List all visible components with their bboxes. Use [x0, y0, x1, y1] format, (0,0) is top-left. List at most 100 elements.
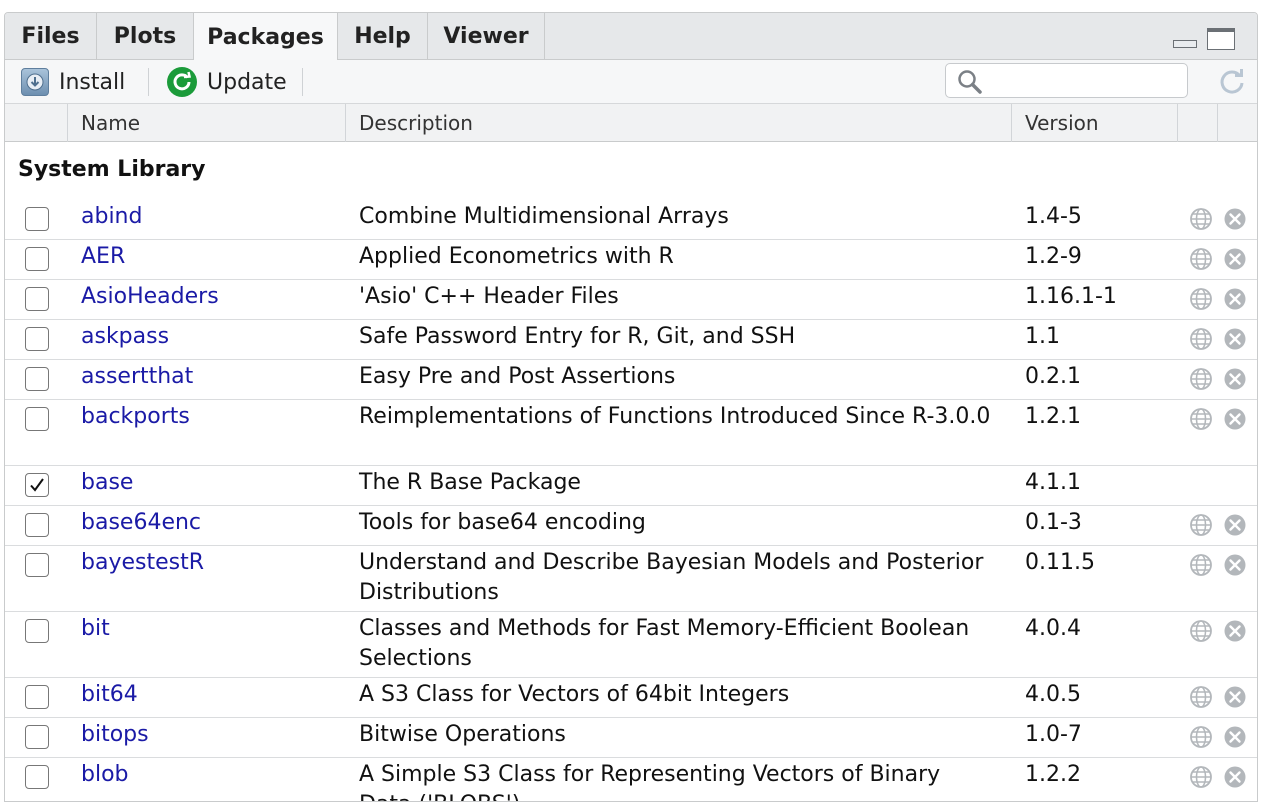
package-version: 1.2.2: [1025, 762, 1081, 787]
package-remove-button[interactable]: [1223, 287, 1247, 311]
package-name-link[interactable]: backports: [81, 402, 190, 432]
package-website-button[interactable]: [1189, 287, 1213, 311]
package-remove-button[interactable]: [1223, 407, 1247, 431]
package-name-link[interactable]: bayestestR: [81, 548, 204, 578]
package-loaded-checkbox[interactable]: [25, 553, 49, 577]
install-label: Install: [59, 69, 126, 95]
globe-icon: [1190, 208, 1212, 230]
globe-icon: [1190, 766, 1212, 788]
package-version: 0.2.1: [1025, 364, 1081, 389]
tab-packages[interactable]: Packages: [194, 13, 338, 61]
tab-viewer[interactable]: Viewer: [428, 13, 545, 60]
package-version: 4.0.5: [1025, 682, 1081, 707]
package-loaded-checkbox[interactable]: [25, 327, 49, 351]
refresh-button[interactable]: [1215, 65, 1249, 99]
package-loaded-checkbox[interactable]: [25, 367, 49, 391]
package-loaded-checkbox[interactable]: [25, 473, 49, 497]
package-version: 0.11.5: [1025, 550, 1095, 575]
package-name-link[interactable]: base: [81, 468, 133, 498]
package-row: blob A Simple S3 Class for Representing V…: [5, 758, 1257, 801]
column-header-name[interactable]: Name: [81, 104, 140, 142]
package-name-link[interactable]: base64enc: [81, 508, 201, 538]
package-name-link[interactable]: bitops: [81, 720, 149, 750]
globe-icon: [1190, 368, 1212, 390]
minimize-pane-button[interactable]: [1173, 40, 1197, 48]
package-loaded-checkbox[interactable]: [25, 725, 49, 749]
package-name-link[interactable]: askpass: [81, 322, 169, 352]
package-website-button[interactable]: [1189, 327, 1213, 351]
package-description: A S3 Class for Vectors of 64bit Integers: [359, 682, 790, 707]
packages-table-header: Name Description Version: [5, 104, 1257, 142]
package-description: Classes and Methods for Fast Memory-Effi…: [359, 616, 970, 671]
package-remove-button[interactable]: [1223, 685, 1247, 709]
package-version: 1.0-7: [1025, 722, 1082, 747]
package-loaded-checkbox[interactable]: [25, 513, 49, 537]
package-description: 'Asio' C++ Header Files: [359, 284, 619, 309]
update-button[interactable]: Update: [167, 60, 287, 104]
package-loaded-checkbox[interactable]: [25, 685, 49, 709]
package-description: Safe Password Entry for R, Git, and SSH: [359, 324, 796, 349]
package-version: 1.2-9: [1025, 244, 1082, 269]
package-name-link[interactable]: assertthat: [81, 362, 193, 392]
maximize-pane-button[interactable]: [1207, 28, 1235, 50]
tab-files[interactable]: Files: [5, 13, 97, 60]
package-loaded-checkbox[interactable]: [25, 407, 49, 431]
search-input[interactable]: [990, 64, 1184, 99]
package-remove-button[interactable]: [1223, 553, 1247, 577]
package-website-button[interactable]: [1189, 619, 1213, 643]
package-remove-button[interactable]: [1223, 513, 1247, 537]
package-description: Combine Multidimensional Arrays: [359, 204, 729, 229]
package-remove-button[interactable]: [1223, 619, 1247, 643]
package-name-link[interactable]: AsioHeaders: [81, 282, 219, 312]
globe-icon: [1190, 514, 1212, 536]
column-divider: [1011, 104, 1012, 142]
install-button[interactable]: Install: [21, 60, 125, 104]
package-row: askpass Safe Password Entry for R, Git, a…: [5, 320, 1257, 360]
package-remove-button[interactable]: [1223, 247, 1247, 271]
package-website-button[interactable]: [1189, 685, 1213, 709]
checkmark-icon: [30, 478, 44, 492]
tab-help[interactable]: Help: [338, 13, 428, 60]
package-name-link[interactable]: bit: [81, 614, 110, 644]
package-name-link[interactable]: AER: [81, 242, 125, 272]
package-description: Bitwise Operations: [359, 722, 566, 747]
remove-icon: [1224, 686, 1246, 708]
package-website-button[interactable]: [1189, 553, 1213, 577]
package-name-link[interactable]: blob: [81, 760, 129, 790]
package-loaded-checkbox[interactable]: [25, 207, 49, 231]
package-website-button[interactable]: [1189, 207, 1213, 231]
package-name-link[interactable]: bit64: [81, 680, 138, 710]
column-header-description[interactable]: Description: [359, 104, 473, 142]
package-row: AER Applied Econometrics with R 1.2-9: [5, 240, 1257, 280]
update-icon: [167, 67, 197, 97]
package-name-link[interactable]: abind: [81, 202, 142, 232]
package-website-button[interactable]: [1189, 725, 1213, 749]
toolbar-divider: [148, 68, 149, 96]
package-website-button[interactable]: [1189, 247, 1213, 271]
package-website-button[interactable]: [1189, 513, 1213, 537]
package-row: abind Combine Multidimensional Arrays 1.4-…: [5, 200, 1257, 240]
package-website-button[interactable]: [1189, 407, 1213, 431]
package-version: 4.0.4: [1025, 616, 1081, 641]
tab-plots[interactable]: Plots: [97, 13, 194, 60]
package-version: 0.1-3: [1025, 510, 1082, 535]
package-remove-button[interactable]: [1223, 725, 1247, 749]
package-loaded-checkbox[interactable]: [25, 287, 49, 311]
package-loaded-checkbox[interactable]: [25, 619, 49, 643]
package-remove-button[interactable]: [1223, 207, 1247, 231]
package-website-button[interactable]: [1189, 765, 1213, 789]
package-website-button[interactable]: [1189, 367, 1213, 391]
package-remove-button[interactable]: [1223, 367, 1247, 391]
package-remove-button[interactable]: [1223, 765, 1247, 789]
package-remove-button[interactable]: [1223, 327, 1247, 351]
column-header-version[interactable]: Version: [1025, 104, 1099, 142]
globe-icon: [1190, 620, 1212, 642]
package-row: bayestestR Understand and Describe Bayesi…: [5, 546, 1257, 612]
package-search-box[interactable]: [945, 63, 1188, 99]
remove-icon: [1224, 514, 1246, 536]
package-loaded-checkbox[interactable]: [25, 247, 49, 271]
package-row: bit64 A S3 Class for Vectors of 64bit Int…: [5, 678, 1257, 718]
package-description: Easy Pre and Post Assertions: [359, 364, 676, 389]
package-loaded-checkbox[interactable]: [25, 765, 49, 789]
package-version: 1.1: [1025, 324, 1060, 349]
